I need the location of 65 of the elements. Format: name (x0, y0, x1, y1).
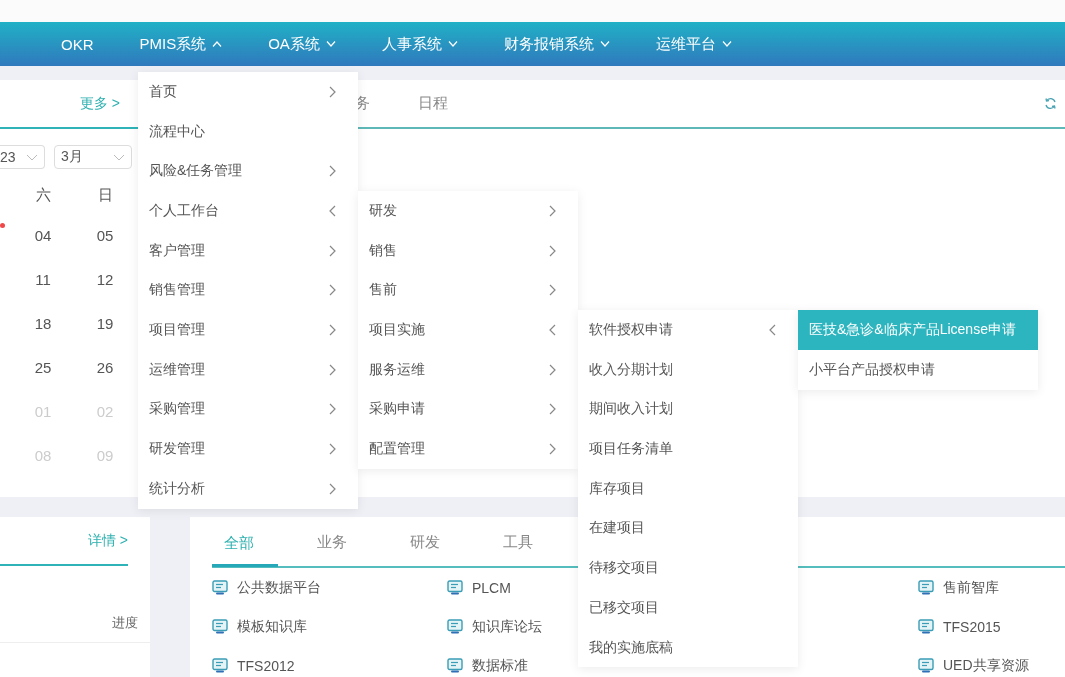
calendar-day[interactable]: 26 (74, 358, 136, 376)
menu-item[interactable]: 库存项目 (578, 468, 798, 509)
calendar-day[interactable]: 12 (74, 270, 136, 288)
app-link[interactable]: 售前智库 (943, 578, 999, 597)
menu-item[interactable]: 首页 (138, 72, 358, 112)
menu-item[interactable]: 服务运维 (358, 349, 578, 390)
menu-item[interactable]: 小平台产品授权申请 (798, 349, 1038, 390)
menu-item[interactable]: 项目实施 (358, 310, 578, 350)
refresh-icon[interactable] (1044, 97, 1057, 110)
weekday-label: 六 (34, 185, 52, 205)
monitor-icon (212, 580, 228, 595)
monitor-icon (918, 619, 934, 634)
menu-item[interactable]: 售前 (358, 270, 578, 311)
menu-item[interactable]: 在建项目 (578, 508, 798, 549)
calendar-day[interactable]: 05 (74, 226, 136, 244)
menu-item[interactable]: 采购申请 (358, 389, 578, 430)
calendar-day[interactable]: 25 (12, 358, 74, 376)
weekday-label: 日 (96, 185, 114, 205)
app-link[interactable]: PLCM (472, 579, 511, 596)
app-link[interactable]: 公共数据平台 (237, 578, 321, 597)
menu-item[interactable]: 研发管理 (138, 429, 358, 469)
monitor-icon (918, 658, 934, 673)
menu-item[interactable]: 销售 (358, 230, 578, 271)
menu-item[interactable]: 待移交项目 (578, 548, 798, 588)
menu-item[interactable]: 运维管理 (138, 349, 358, 390)
select-field[interactable]: 23 (0, 145, 45, 169)
menu-item[interactable]: 销售管理 (138, 270, 358, 311)
calendar-day[interactable]: 19 (74, 314, 136, 332)
menu-item[interactable]: 收入分期计划 (578, 349, 798, 390)
menu-item[interactable]: 已移交项目 (578, 588, 798, 628)
menu-item[interactable]: 配置管理 (358, 429, 578, 469)
monitor-icon (212, 658, 228, 673)
menu-item[interactable]: 我的实施底稿 (578, 627, 798, 668)
menu-item[interactable]: 研发 (358, 191, 578, 231)
menu-item[interactable]: 项目管理 (138, 310, 358, 350)
menu-item[interactable]: 个人工作台 (138, 191, 358, 231)
monitor-icon (447, 580, 463, 595)
monitor-icon (212, 619, 228, 634)
menu-item[interactable]: 统计分析 (138, 468, 358, 509)
tab[interactable]: 业务 (305, 517, 398, 566)
app-link[interactable]: TFS2015 (943, 618, 1001, 635)
monitor-icon (918, 580, 934, 595)
menu-item[interactable]: 项目任务清单 (578, 429, 798, 469)
chevron-down-icon (113, 153, 125, 161)
calendar-day[interactable]: 11 (12, 270, 74, 288)
menu-item[interactable]: 采购管理 (138, 389, 358, 430)
column-header: 进度 (112, 614, 138, 632)
menu-item[interactable]: 期间收入计划 (578, 389, 798, 430)
chevron-down-icon (26, 153, 38, 161)
menu-item[interactable]: 风险&任务管理 (138, 151, 358, 192)
menu-item[interactable]: 流程中心 (138, 111, 358, 152)
monitor-icon (447, 658, 463, 673)
app-link[interactable]: 知识库论坛 (472, 617, 542, 636)
app-link[interactable]: UED共享资源 (943, 656, 1029, 675)
menu-item[interactable]: 客户管理 (138, 230, 358, 271)
select-field[interactable]: 3月 (54, 145, 132, 169)
tab[interactable]: 研发 (398, 517, 491, 566)
app-link[interactable]: 模板知识库 (237, 617, 307, 636)
menu-item[interactable]: 软件授权申请 (578, 310, 798, 350)
app-link[interactable]: TFS2012 (237, 657, 295, 674)
tab[interactable]: 日程 (418, 94, 448, 113)
calendar-day[interactable]: 04 (12, 226, 74, 244)
app-link[interactable]: 数据标准 (472, 656, 528, 675)
monitor-icon (447, 619, 463, 634)
calendar-day[interactable]: 18 (12, 314, 74, 332)
